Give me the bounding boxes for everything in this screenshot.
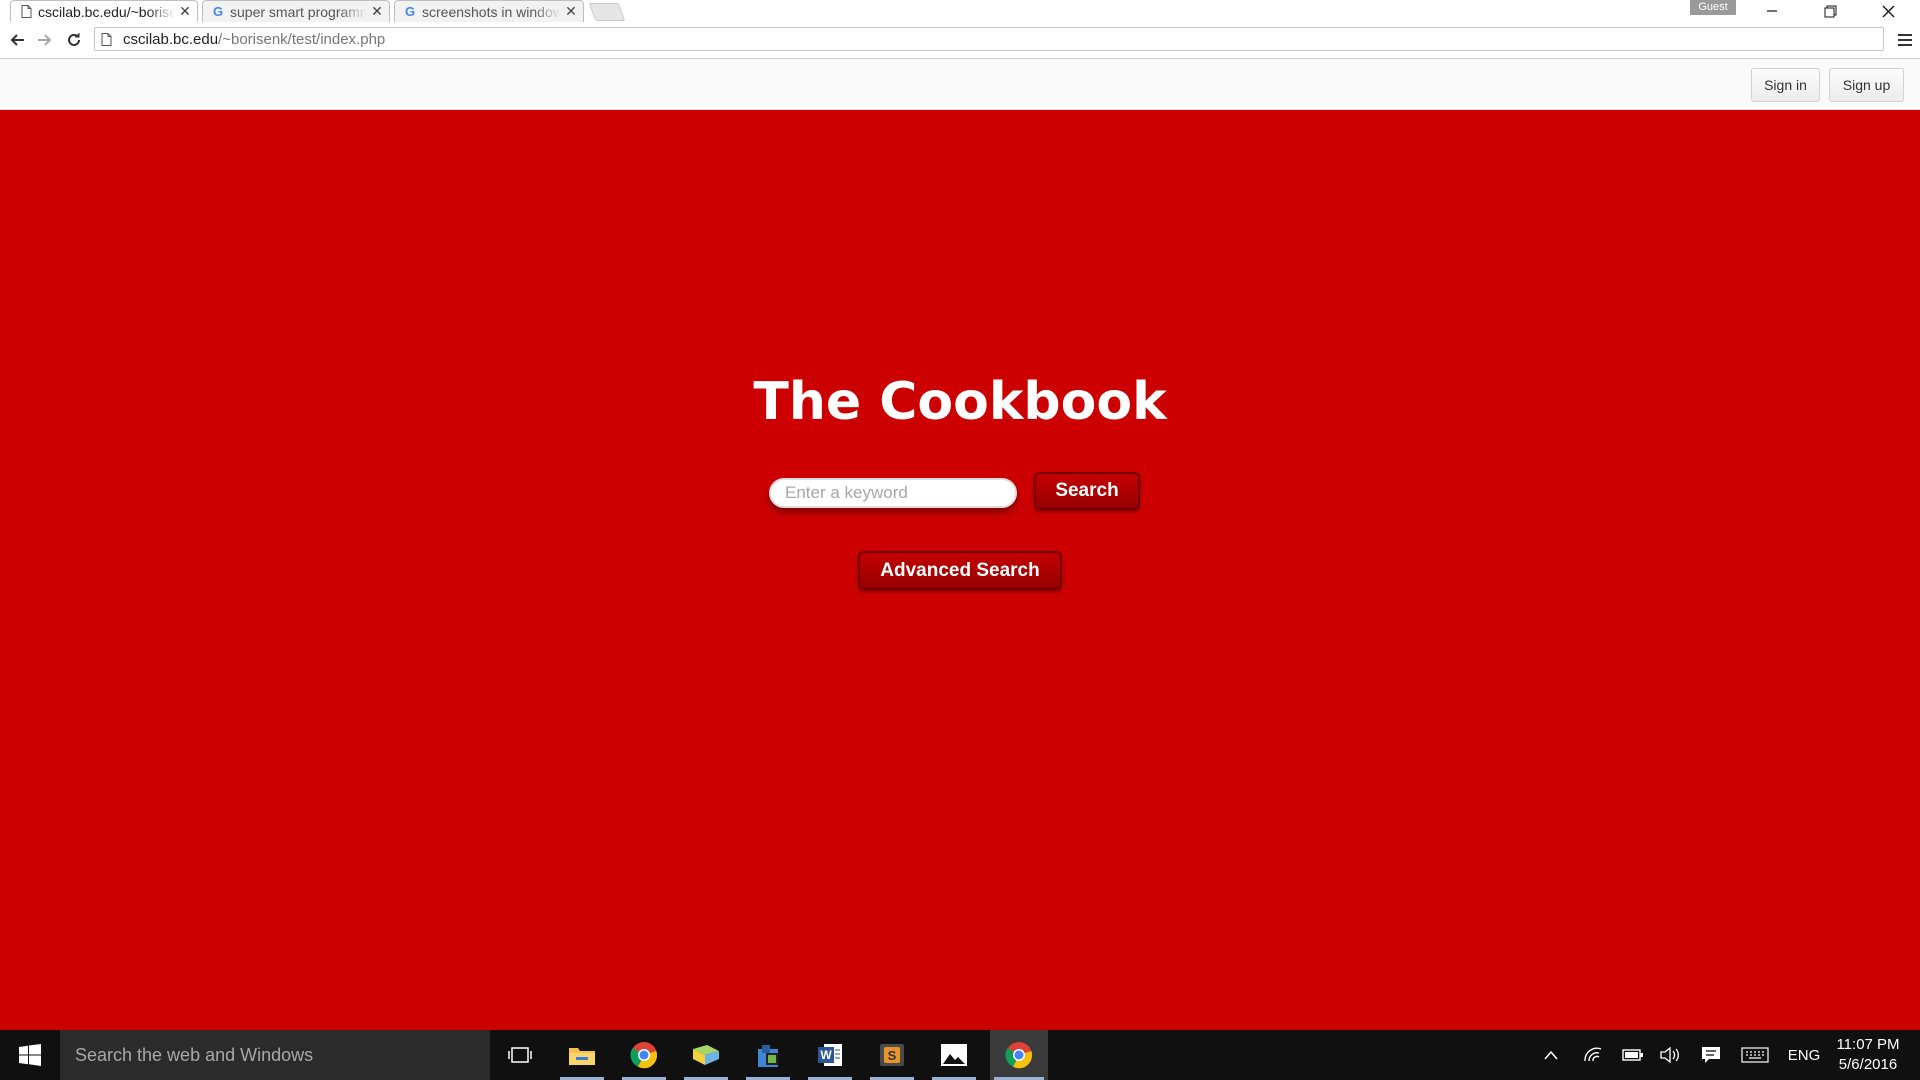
- sign-in-button[interactable]: Sign in: [1751, 68, 1820, 102]
- taskbar-search-box[interactable]: Search the web and Windows: [60, 1030, 490, 1080]
- tab-title: screenshots in windows 10 - Google Searc…: [422, 3, 561, 20]
- back-arrow-icon[interactable]: [6, 29, 28, 51]
- tab-title: super smart programmer - Google Search: [230, 3, 367, 20]
- windows-taskbar: Search the web and Windows W S ENG 11:07…: [0, 1030, 1920, 1080]
- close-icon[interactable]: ✕: [371, 3, 383, 20]
- guest-badge[interactable]: Guest: [1690, 0, 1736, 15]
- new-tab-button[interactable]: [588, 3, 626, 21]
- windows-start-icon[interactable]: [0, 1030, 60, 1080]
- minimize-icon[interactable]: [1744, 0, 1800, 22]
- tab-super-smart[interactable]: G super smart programmer - Google Search…: [202, 0, 390, 22]
- forward-arrow-icon[interactable]: [34, 29, 56, 51]
- language-indicator[interactable]: ENG: [1784, 1030, 1824, 1080]
- page-title: The Cookbook: [753, 372, 1167, 432]
- browser-toolbar: cscilab.bc.edu/~borisenk/test/index.php: [0, 22, 1920, 59]
- close-icon[interactable]: ✕: [179, 3, 191, 20]
- close-icon[interactable]: ✕: [565, 3, 577, 20]
- address-bar[interactable]: cscilab.bc.edu/~borisenk/test/index.php: [94, 27, 1884, 51]
- folder-app-icon[interactable]: [680, 1030, 732, 1080]
- tab-title: cscilab.bc.edu/~borisenk/test/index.php: [38, 3, 175, 20]
- google-icon: G: [212, 4, 224, 19]
- chevron-up-icon[interactable]: [1540, 1030, 1562, 1080]
- browser-tab-strip: cscilab.bc.edu/~borisenk/test/index.php …: [0, 0, 1920, 23]
- page-icon: [101, 31, 115, 47]
- word-icon[interactable]: W: [804, 1030, 856, 1080]
- keyboard-icon[interactable]: [1738, 1030, 1772, 1080]
- hamburger-menu-icon[interactable]: [1896, 31, 1914, 49]
- volume-icon[interactable]: [1658, 1030, 1684, 1080]
- sign-up-button[interactable]: Sign up: [1829, 68, 1904, 102]
- language-label: ENG: [1787, 1046, 1821, 1064]
- chrome-active-icon[interactable]: [990, 1030, 1048, 1080]
- wifi-icon[interactable]: [1580, 1030, 1606, 1080]
- advanced-search-button[interactable]: Advanced Search: [858, 551, 1062, 590]
- chrome-icon[interactable]: [618, 1030, 670, 1080]
- tab-screenshots[interactable]: G screenshots in windows 10 - Google Sea…: [394, 0, 584, 22]
- search-input[interactable]: [769, 478, 1017, 508]
- page-icon: [19, 5, 33, 19]
- reload-icon[interactable]: [63, 29, 85, 51]
- restore-icon[interactable]: [1802, 0, 1858, 22]
- window-close-icon[interactable]: [1860, 0, 1916, 22]
- tab-cscilab[interactable]: cscilab.bc.edu/~borisenk/test/index.php …: [10, 0, 198, 22]
- svg-text:W: W: [820, 1048, 832, 1062]
- sublime-text-icon[interactable]: S: [866, 1030, 918, 1080]
- action-center-icon[interactable]: [1698, 1030, 1724, 1080]
- google-icon: G: [404, 4, 416, 19]
- task-view-icon[interactable]: [494, 1030, 546, 1080]
- clock-date: 5/6/2016: [1838, 1056, 1898, 1073]
- search-button[interactable]: Search: [1034, 472, 1140, 510]
- clock-time: 11:07 PM: [1836, 1036, 1900, 1053]
- photos-icon[interactable]: [928, 1030, 980, 1080]
- url-host: cscilab.bc.edu: [123, 30, 219, 48]
- file-explorer-icon[interactable]: [556, 1030, 608, 1080]
- url-path: /~borisenk/test/index.php: [218, 30, 386, 48]
- site-navbar: Sign in Sign up: [0, 59, 1920, 110]
- svg-text:S: S: [888, 1048, 897, 1063]
- taskbar-clock[interactable]: 11:07 PM 5/6/2016: [1826, 1035, 1910, 1075]
- store-icon[interactable]: [742, 1030, 794, 1080]
- battery-icon[interactable]: [1620, 1030, 1646, 1080]
